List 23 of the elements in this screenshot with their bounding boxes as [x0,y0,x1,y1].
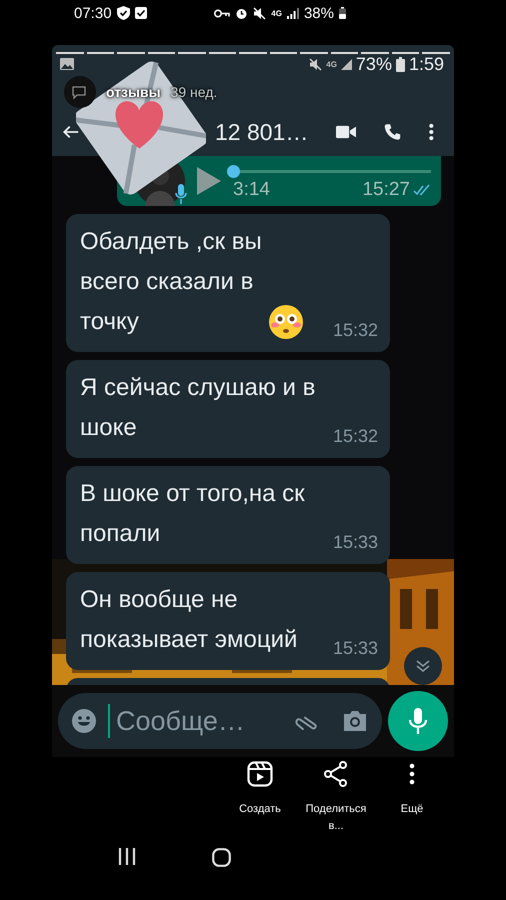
network-label: 4G [271,8,282,18]
message-time: 15:32 [332,320,378,342]
battery-percent: 73% [356,54,392,74]
message-time: 15:33 [332,532,378,554]
network-label: 4G [326,60,337,68]
message-time: 15:32 [332,426,378,448]
battery-percent: 38% [304,4,334,22]
message-text: Я сейчас слушаю и в шоке [80,373,316,443]
message-text: В шоке от того,на ск попали [80,479,305,549]
message-text: Обалдеть ,ск вы всего сказали в точку [80,227,262,337]
action-button[interactable]: Ещё [376,761,448,835]
clock: 1:59 [408,54,444,74]
clock: 07:30 [74,4,112,22]
message-text: Он вообще не показывает эмоций [80,585,298,655]
message-field[interactable]: Сообще… [116,706,288,736]
story-author: отзывы [106,84,161,100]
action-button[interactable]: Создать [224,761,296,835]
message-bar[interactable]: Сообще… [58,693,382,749]
message-time: 15:27 [362,178,410,200]
contact-name[interactable]: 12 801… [214,118,308,146]
voice-duration: 3:14 [233,178,270,200]
action-button[interactable]: Поделиться в... [300,761,372,835]
message-time: 15:33 [332,638,378,660]
